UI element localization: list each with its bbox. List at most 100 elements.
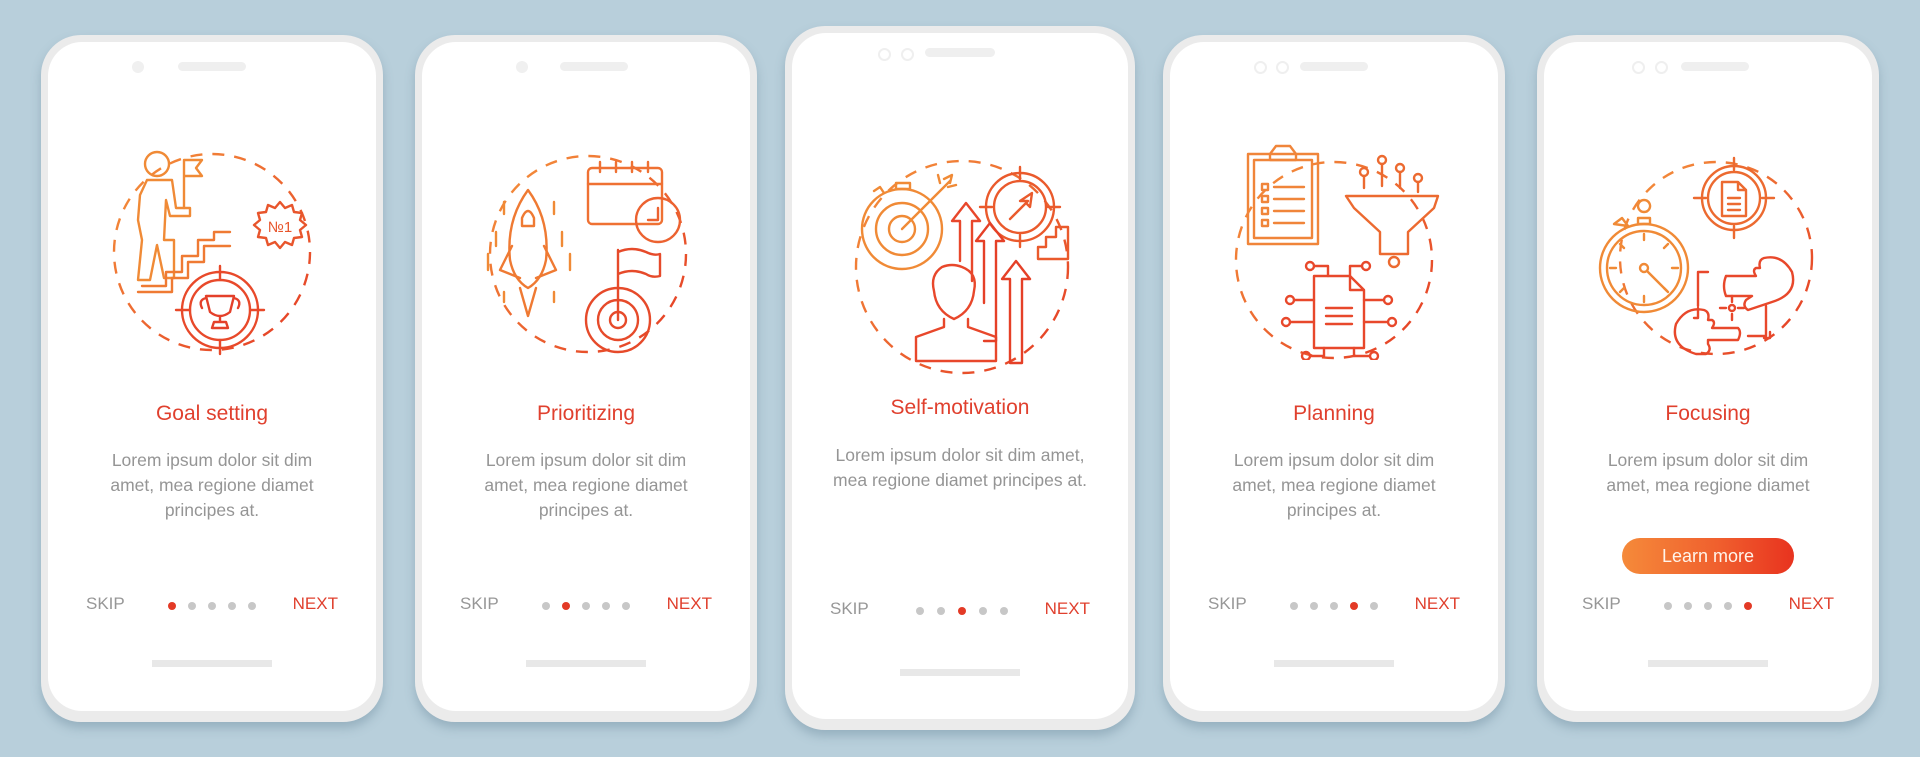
onboarding-nav: SKIP NEXT bbox=[1170, 594, 1498, 618]
phone-goal-setting: №1 Goal setting Lorem ipsum dolor sit di… bbox=[41, 35, 383, 722]
page-dot-3[interactable] bbox=[958, 607, 966, 615]
page-indicator bbox=[542, 602, 630, 610]
dashed-circle bbox=[112, 152, 312, 352]
phone-self-motivation: Self-motivation Lorem ipsum dolor sit di… bbox=[785, 26, 1135, 730]
page-indicator bbox=[916, 607, 1008, 615]
page-indicator bbox=[168, 602, 256, 610]
page-dot-2[interactable] bbox=[562, 602, 570, 610]
screen-description: Lorem ipsum dolor sit dim amet, mea regi… bbox=[484, 450, 688, 520]
page-dot-4[interactable] bbox=[979, 607, 987, 615]
speaker-grille bbox=[1300, 62, 1368, 71]
page-dot-1[interactable] bbox=[1664, 602, 1672, 610]
front-camera bbox=[1254, 61, 1267, 74]
screen-description: Lorem ipsum dolor sit dim amet, mea regi… bbox=[110, 450, 314, 520]
onboarding-nav: SKIP NEXT bbox=[48, 594, 376, 618]
home-indicator bbox=[1648, 660, 1768, 667]
planning-illustration bbox=[1234, 144, 1440, 360]
onboarding-nav: SKIP NEXT bbox=[792, 599, 1128, 623]
person-growth-arrows-icon bbox=[914, 201, 1032, 365]
screen-title: Goal setting bbox=[155, 402, 269, 425]
document-network-icon bbox=[1280, 260, 1398, 360]
target-arrow-stairs-icon bbox=[978, 165, 1070, 261]
screen-title: Planning bbox=[1293, 402, 1375, 425]
home-indicator bbox=[900, 669, 1020, 676]
next-button[interactable]: NEXT bbox=[293, 594, 338, 614]
learn-more-button[interactable]: Learn more bbox=[1622, 538, 1794, 574]
page-dot-5[interactable] bbox=[1744, 602, 1752, 610]
onboarding-nav: SKIP NEXT bbox=[422, 594, 750, 618]
screen-title: Prioritizing bbox=[536, 402, 636, 425]
page-dot-1[interactable] bbox=[1290, 602, 1298, 610]
onboarding-nav: SKIP NEXT bbox=[1544, 594, 1872, 618]
page-dot-4[interactable] bbox=[602, 602, 610, 610]
page-dot-1[interactable] bbox=[916, 607, 924, 615]
home-indicator bbox=[152, 660, 272, 667]
page-dot-5[interactable] bbox=[1370, 602, 1378, 610]
phone-screen: Self-motivation Lorem ipsum dolor sit di… bbox=[792, 33, 1128, 719]
page-dot-1[interactable] bbox=[168, 602, 176, 610]
dashed-circle bbox=[1234, 160, 1434, 360]
page-dot-3[interactable] bbox=[1330, 602, 1338, 610]
skip-button[interactable]: SKIP bbox=[1582, 594, 1621, 614]
front-sensor bbox=[1276, 61, 1289, 74]
page-dot-2[interactable] bbox=[1684, 602, 1692, 610]
home-indicator bbox=[526, 660, 646, 667]
calendar-clock-icon bbox=[586, 160, 682, 244]
home-indicator bbox=[1274, 660, 1394, 667]
page-dot-5[interactable] bbox=[622, 602, 630, 610]
phone-prioritizing: Prioritizing Lorem ipsum dolor sit dim a… bbox=[415, 35, 757, 722]
number-one-badge-icon: №1 bbox=[252, 200, 308, 250]
flag-target-icon bbox=[584, 247, 662, 354]
screen-description: Lorem ipsum dolor sit dim amet, mea regi… bbox=[1606, 450, 1810, 495]
page-dot-3[interactable] bbox=[582, 602, 590, 610]
clipboard-checklist-icon bbox=[1246, 144, 1320, 246]
phone-screen: Planning Lorem ipsum dolor sit dim amet,… bbox=[1170, 42, 1498, 711]
framing-hands-icon bbox=[1673, 256, 1795, 356]
page-indicator bbox=[1664, 602, 1752, 610]
phone-screen: №1 Goal setting Lorem ipsum dolor sit di… bbox=[48, 42, 376, 711]
page-dot-5[interactable] bbox=[1000, 607, 1008, 615]
target-document-icon bbox=[1692, 156, 1776, 240]
page-dot-4[interactable] bbox=[1350, 602, 1358, 610]
screen-description: Lorem ipsum dolor sit dim amet, mea regi… bbox=[1232, 450, 1436, 520]
page-dot-4[interactable] bbox=[228, 602, 236, 610]
skip-button[interactable]: SKIP bbox=[830, 599, 869, 619]
stopwatch-icon bbox=[1598, 198, 1690, 314]
screen-description: Lorem ipsum dolor sit dim amet, mea regi… bbox=[833, 445, 1087, 490]
phone-focusing: Focusing Lorem ipsum dolor sit dim amet,… bbox=[1537, 35, 1879, 722]
self-motivation-illustration bbox=[854, 159, 1070, 375]
speaker-grille bbox=[1681, 62, 1749, 71]
dashed-circle bbox=[1618, 160, 1814, 356]
next-button[interactable]: NEXT bbox=[1045, 599, 1090, 619]
skip-button[interactable]: SKIP bbox=[1208, 594, 1247, 614]
stopwatch-target-arrow-icon bbox=[860, 173, 958, 271]
front-camera bbox=[516, 61, 528, 73]
page-dot-2[interactable] bbox=[1310, 602, 1318, 610]
funnel-icon bbox=[1344, 154, 1440, 269]
page-dot-5[interactable] bbox=[248, 602, 256, 610]
front-camera bbox=[132, 61, 144, 73]
page-dot-3[interactable] bbox=[208, 602, 216, 610]
next-button[interactable]: NEXT bbox=[1789, 594, 1834, 614]
screen-title: Self-motivation bbox=[890, 396, 1030, 419]
badge-text: №1 bbox=[268, 219, 292, 236]
page-dot-2[interactable] bbox=[937, 607, 945, 615]
page-dot-4[interactable] bbox=[1724, 602, 1732, 610]
page-dot-3[interactable] bbox=[1704, 602, 1712, 610]
skip-button[interactable]: SKIP bbox=[86, 594, 125, 614]
page-dot-2[interactable] bbox=[188, 602, 196, 610]
next-button[interactable]: NEXT bbox=[667, 594, 712, 614]
next-button[interactable]: NEXT bbox=[1415, 594, 1460, 614]
phone-screen: Focusing Lorem ipsum dolor sit dim amet,… bbox=[1544, 42, 1872, 711]
page-indicator bbox=[1290, 602, 1378, 610]
screen-title: Focusing bbox=[1665, 402, 1751, 425]
front-sensor bbox=[1655, 61, 1668, 74]
speaker-grille bbox=[178, 62, 246, 71]
skip-button[interactable]: SKIP bbox=[460, 594, 499, 614]
page-dot-1[interactable] bbox=[542, 602, 550, 610]
front-camera bbox=[1632, 61, 1645, 74]
goal-setting-illustration: №1 bbox=[112, 150, 312, 356]
phone-planning: Planning Lorem ipsum dolor sit dim amet,… bbox=[1163, 35, 1505, 722]
front-camera bbox=[878, 48, 891, 61]
phone-screen: Prioritizing Lorem ipsum dolor sit dim a… bbox=[422, 42, 750, 711]
